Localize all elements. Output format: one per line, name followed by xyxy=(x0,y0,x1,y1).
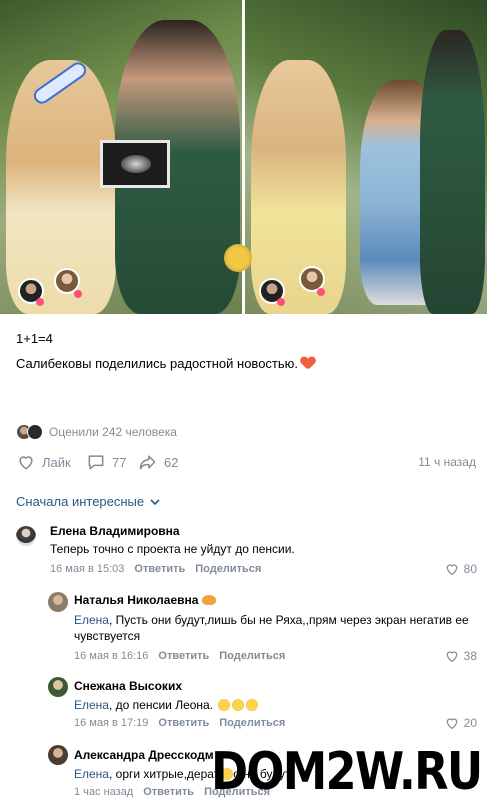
comment-author[interactable]: Александра Дресскодм xyxy=(74,748,214,762)
avatar[interactable] xyxy=(48,745,68,765)
heart-icon xyxy=(277,298,285,306)
heart-outline-icon xyxy=(446,718,457,730)
chevron-down-icon xyxy=(150,498,160,505)
heart-icon xyxy=(36,298,44,306)
comment-text: Теперь точно с проекта не уйдут до пенси… xyxy=(50,542,295,556)
laughing-emoji-icon xyxy=(232,699,245,711)
laughing-emoji-icon xyxy=(218,699,231,711)
comment-like-button[interactable]: 20 xyxy=(444,715,477,731)
comment-text: Елена, Пусть они будут,лишь бы не Ряха,,… xyxy=(74,612,474,644)
post-time: 11 ч назад xyxy=(418,455,476,469)
comment-body: , Пусть они будут,лишь бы не Ряха,,прям … xyxy=(74,613,469,643)
comment-meta: 16 мая в 15:03 Ответить Поделиться xyxy=(50,563,261,575)
reply-to-link[interactable]: Елена xyxy=(74,613,109,627)
heart-outline-icon xyxy=(446,564,457,576)
post-text: Салибековы поделились радостной новостью… xyxy=(16,356,299,371)
share-icon xyxy=(139,455,156,470)
comments-sort-dropdown[interactable]: Сначала интересные xyxy=(16,494,160,509)
avatar[interactable] xyxy=(48,592,68,612)
photo-right[interactable] xyxy=(245,0,487,314)
shares-count: 62 xyxy=(164,454,179,470)
avatar xyxy=(27,424,43,440)
man-figure xyxy=(420,30,485,314)
comment-body: , орги хитрые,дер xyxy=(108,767,208,781)
bird-emoji-icon xyxy=(202,595,217,605)
avatar[interactable] xyxy=(16,526,36,546)
share-comment-button[interactable]: Поделиться xyxy=(219,650,285,662)
share-comment-button[interactable]: Поделиться xyxy=(219,717,285,729)
comment-date: 16 мая в 15:03 xyxy=(50,563,125,575)
share-comment-button[interactable]: Поделиться xyxy=(195,563,261,575)
post-text-line2: Салибековы поделились радостной новостью… xyxy=(16,356,476,371)
author-name: Наталья Николаевна xyxy=(74,593,199,607)
ultrasound-photo xyxy=(100,140,170,188)
rated-summary[interactable]: Оценили 242 человека xyxy=(16,424,177,440)
comment-date: 16 мая в 16:16 xyxy=(74,650,149,662)
heart-icon xyxy=(317,288,325,296)
sticker-icon xyxy=(224,244,252,272)
sort-label: Сначала интересные xyxy=(16,494,145,509)
photo-left[interactable] xyxy=(0,0,242,314)
share-button[interactable]: 62 xyxy=(138,452,178,472)
laughing-emoji-icon xyxy=(246,699,259,711)
comment-date: 16 мая в 17:19 xyxy=(74,717,149,729)
reply-button[interactable]: Ответить xyxy=(143,786,194,798)
reply-button[interactable]: Ответить xyxy=(158,717,209,729)
reply-to-link[interactable]: Елена xyxy=(74,698,109,712)
reply-button[interactable]: Ответить xyxy=(134,563,185,575)
post-photos[interactable] xyxy=(0,0,487,314)
comments-count: 77 xyxy=(112,454,127,470)
post-actions: Лайк 77 62 11 ч назад xyxy=(16,452,476,472)
comment-author[interactable]: Снежана Высоких xyxy=(74,679,182,693)
rated-count: Оценили 242 человека xyxy=(49,425,177,439)
comment-like-count: 38 xyxy=(463,649,477,663)
comment-like-button[interactable]: 38 xyxy=(444,648,477,664)
comment-like-count: 20 xyxy=(463,716,477,730)
comment-author[interactable]: Елена Владимировна xyxy=(50,524,180,538)
comment-like-count: 80 xyxy=(463,562,477,576)
heart-icon xyxy=(301,357,315,369)
comment-body: , до пенсии Леона. xyxy=(108,698,214,712)
comment-like-button[interactable]: 80 xyxy=(444,561,477,577)
comment-author[interactable]: Наталья Николаевна xyxy=(74,593,217,607)
comment-meta: 16 мая в 17:19 Ответить Поделиться xyxy=(74,717,285,729)
like-button[interactable]: Лайк xyxy=(16,452,71,472)
comment-date: 1 час назад xyxy=(74,786,134,798)
reply-button[interactable]: Ответить xyxy=(158,650,209,662)
watermark: DOM2W.RU xyxy=(211,742,483,802)
comments-button[interactable]: 77 xyxy=(86,452,126,472)
heart-outline-icon xyxy=(19,456,33,470)
avatar[interactable] xyxy=(48,677,68,697)
heart-outline-icon xyxy=(446,651,457,663)
post-text-line1: 1+1=4 xyxy=(16,331,53,346)
like-label: Лайк xyxy=(42,454,71,470)
comment-meta: 16 мая в 16:16 Ответить Поделиться xyxy=(74,650,285,662)
comment-icon xyxy=(88,455,104,470)
comment-text: Елена, до пенсии Леона. xyxy=(74,697,474,713)
heart-icon xyxy=(74,290,82,298)
reply-to-link[interactable]: Елена xyxy=(74,767,109,781)
